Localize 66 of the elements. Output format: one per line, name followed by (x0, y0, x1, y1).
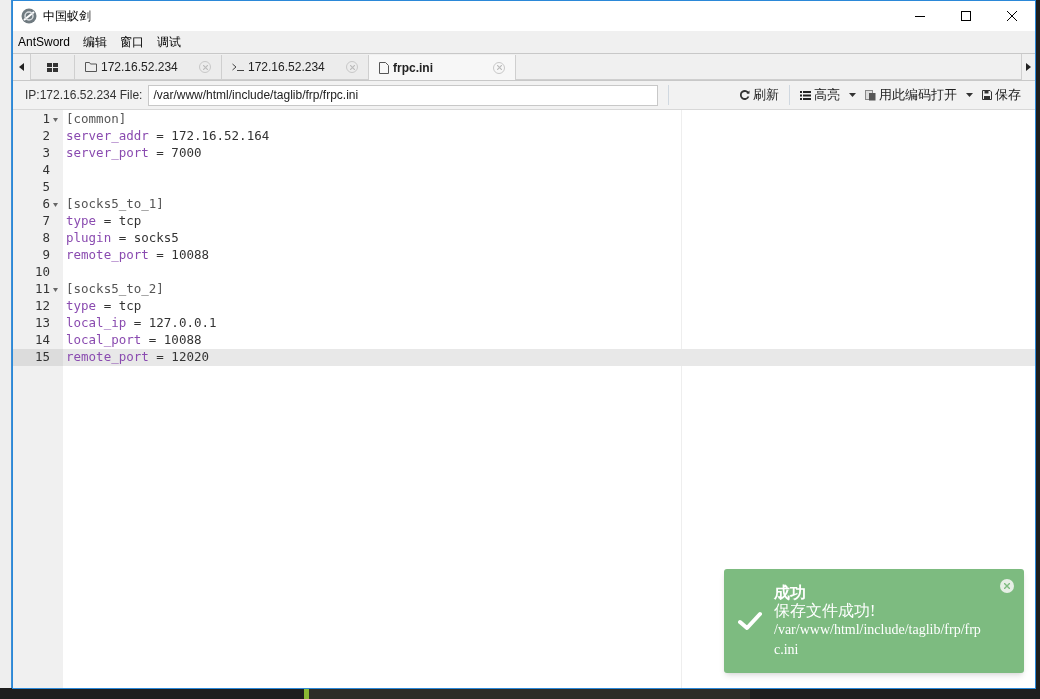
close-icon (1004, 583, 1010, 589)
menu-item[interactable]: 调试 (157, 33, 182, 51)
line-number: 14 (34, 331, 51, 350)
code-line: [socks5_to_2] (66, 280, 164, 299)
tab[interactable]: frpc.ini (369, 55, 516, 80)
file-path-text: /var/www/html/include/taglib/frp/frpc.ini (774, 620, 982, 659)
folder-icon (85, 62, 97, 72)
code-line: server_addr = 172.16.52.164 (66, 127, 270, 146)
line-number: 2 (42, 127, 51, 146)
fold-arrow-icon (53, 117, 58, 122)
line-number: 5 (42, 178, 51, 197)
grid-icon (47, 62, 58, 72)
toolbar-label: IP:172.16.52.234 File: (25, 87, 143, 104)
toolbar-button[interactable]: 保存 (980, 85, 1023, 105)
code-line: type = tcp (66, 297, 142, 316)
line-number: 6 (42, 195, 51, 214)
checkmark-icon (738, 611, 762, 631)
line-number: 8 (42, 229, 51, 248)
toolbar-button[interactable]: 高亮 (798, 85, 863, 105)
tab[interactable] (31, 55, 75, 80)
maximize-icon (961, 11, 971, 21)
fold-arrow-icon (53, 202, 58, 207)
line-number: 9 (42, 246, 51, 265)
close-icon (1007, 11, 1017, 21)
toolbar-button[interactable]: 刷新 (738, 85, 781, 105)
code-line: local_port = 10088 (66, 331, 202, 350)
tab[interactable]: 172.16.52.234 (222, 55, 369, 80)
app-logo-icon (21, 8, 37, 24)
toolbar-button[interactable]: 用此编码打开 (863, 85, 980, 105)
code-line: remote_port = 12020 (66, 348, 209, 367)
notification-title: 成功 (774, 582, 807, 602)
file-icon (379, 61, 389, 74)
code-line: plugin = socks5 (66, 229, 179, 248)
list-icon (800, 90, 811, 100)
code-line: [socks5_to_1] (66, 195, 164, 214)
tab[interactable]: 172.16.52.234 (75, 55, 222, 80)
fold-arrow-icon (53, 287, 58, 292)
close-button[interactable] (1000, 579, 1014, 593)
code-line: [common] (66, 110, 127, 129)
menu-item[interactable]: AntSword (18, 33, 71, 51)
code-line: remote_port = 10088 (66, 246, 209, 265)
code-line: type = tcp (66, 212, 142, 231)
window-title: 中国蚁剑 (43, 8, 91, 25)
line-number: 1 (42, 110, 51, 129)
code-line: local_ip = 127.0.0.1 (66, 314, 217, 333)
terminal-icon (232, 63, 244, 71)
line-number: 15 (34, 348, 51, 367)
right-arrow-icon (1026, 63, 1031, 71)
line-number: 12 (34, 297, 51, 316)
line-number: 7 (42, 212, 51, 231)
menu-item[interactable]: 窗口 (120, 33, 145, 51)
line-number: 10 (34, 263, 51, 282)
document-icon (865, 89, 876, 101)
caret-icon (966, 93, 973, 97)
line-number: 13 (34, 314, 51, 333)
save-icon (982, 90, 992, 100)
code-line: server_port = 7000 (66, 144, 202, 163)
file-path-field[interactable]: /var/www/html/include/taglib/frp/frpc.ini (148, 84, 659, 106)
caret-icon (849, 93, 856, 97)
menu-item[interactable]: 编辑 (83, 33, 108, 51)
notification-message: 保存文件成功! (774, 601, 877, 620)
line-number: 11 (34, 280, 51, 299)
line-number: 3 (42, 144, 51, 163)
left-arrow-icon (19, 63, 24, 71)
line-number: 4 (42, 161, 51, 180)
refresh-icon (740, 90, 750, 100)
